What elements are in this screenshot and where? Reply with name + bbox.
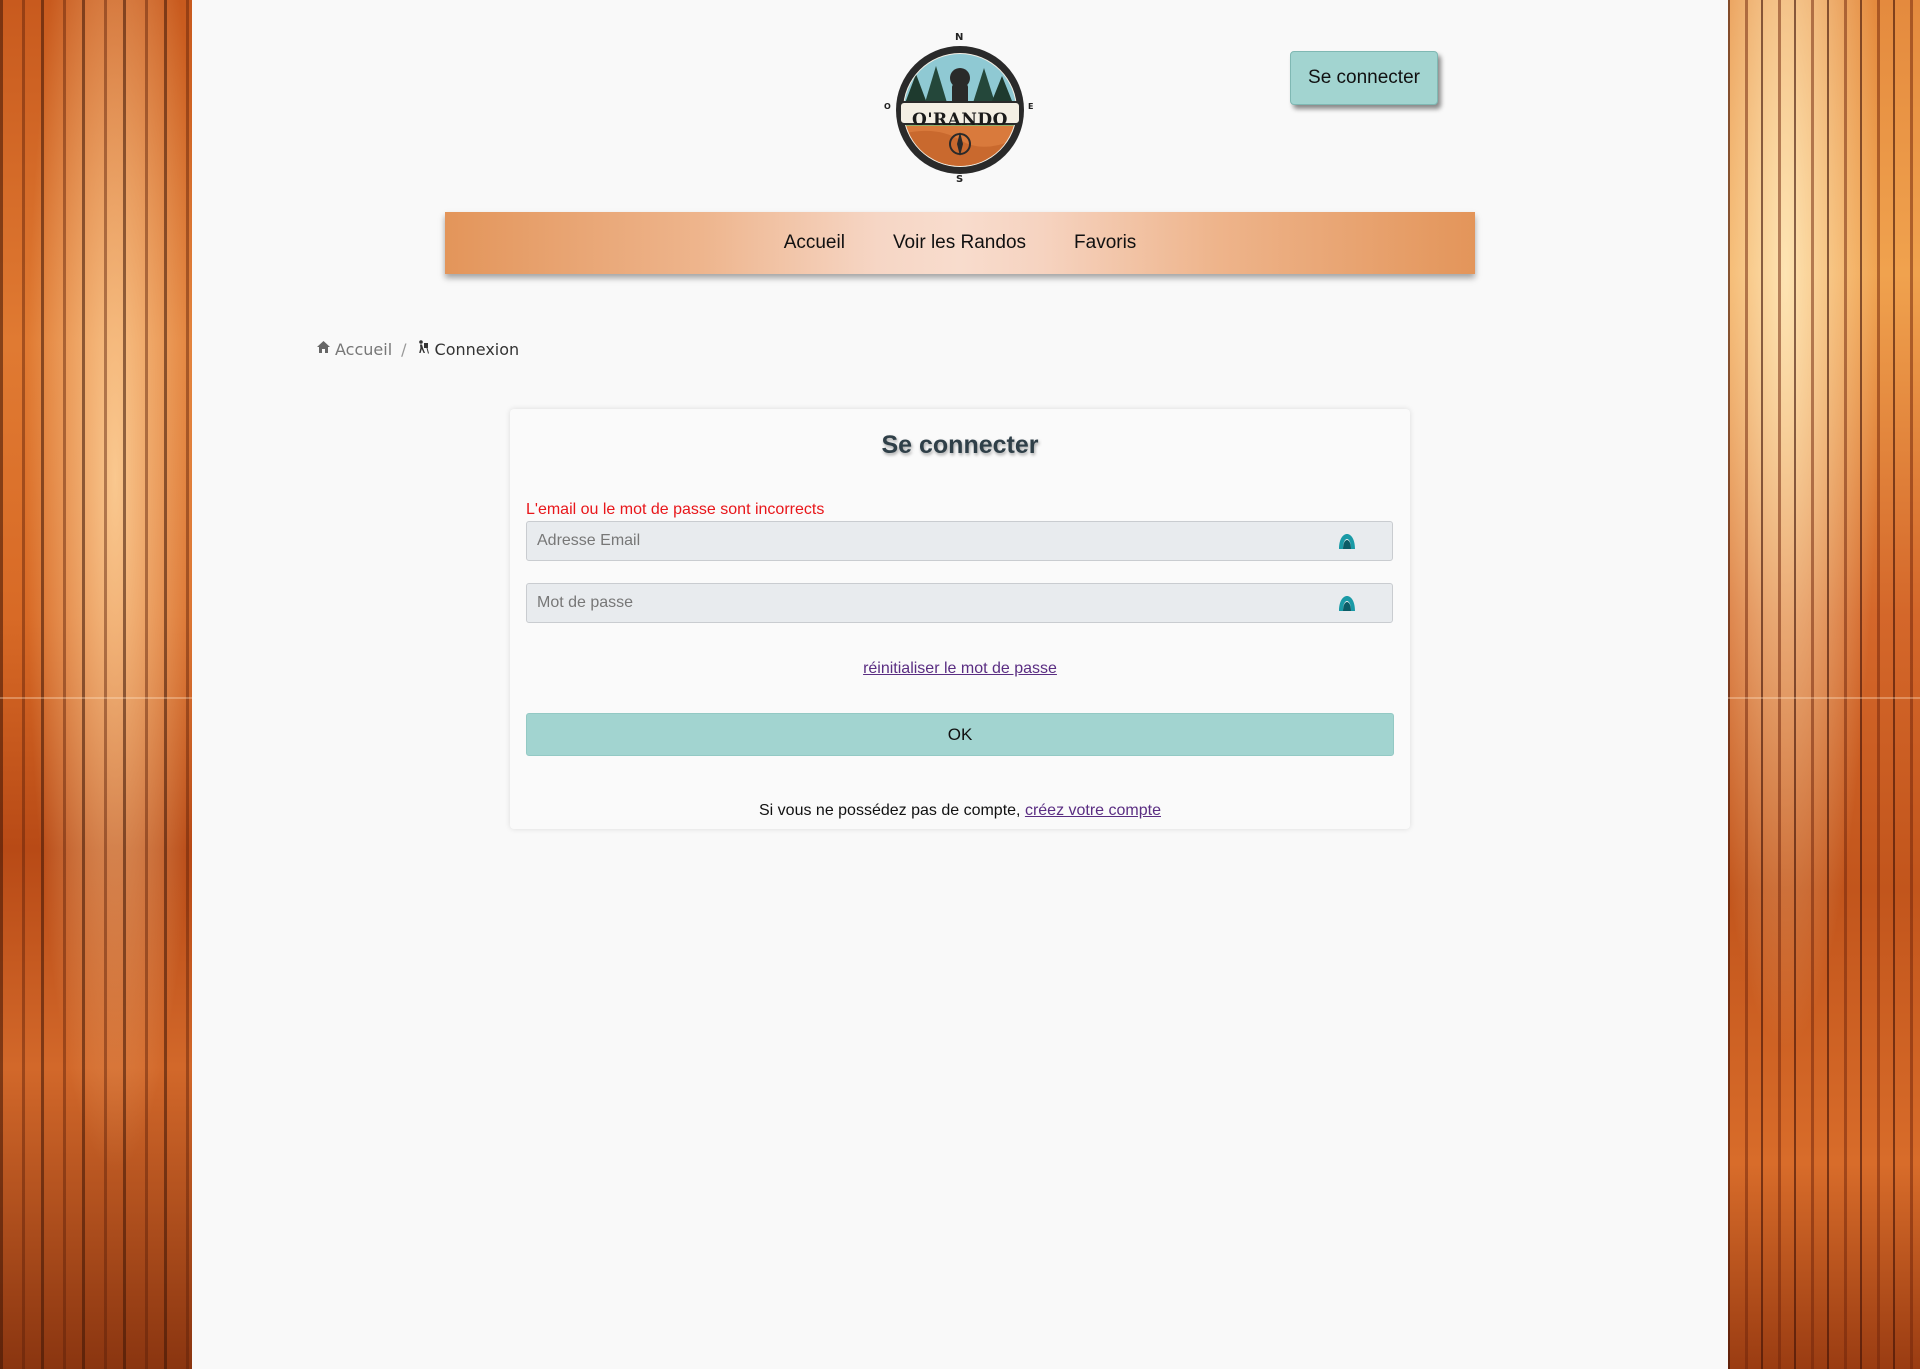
password-field <box>526 583 1393 623</box>
signup-text: Si vous ne possédez pas de compte, <box>759 802 1025 819</box>
page-content: N S O E O'RANDO Se connecter Accueil Voi… <box>192 0 1728 1369</box>
forest-background-right <box>1728 0 1920 1369</box>
password-manager-icon[interactable] <box>1336 530 1358 552</box>
hiker-icon <box>416 340 430 358</box>
password-manager-icon[interactable] <box>1336 592 1358 614</box>
site-logo[interactable]: N S O E O'RANDO <box>882 32 1038 188</box>
main-nav: Accueil Voir les Randos Favoris <box>445 212 1475 274</box>
breadcrumb-separator: / <box>401 339 407 359</box>
email-field <box>526 521 1393 561</box>
nav-item-voir-les-randos[interactable]: Voir les Randos <box>893 232 1026 254</box>
reset-password-link[interactable]: réinitialiser le mot de passe <box>863 660 1057 677</box>
compass-north-label: N <box>955 32 964 43</box>
email-input[interactable] <box>535 531 1336 551</box>
compass-east-label: E <box>1028 102 1034 111</box>
breadcrumb-home-link[interactable]: Accueil <box>335 340 392 359</box>
forest-background-left <box>0 0 192 1369</box>
breadcrumb: Accueil / Connexion <box>317 339 519 359</box>
password-input[interactable] <box>535 593 1336 613</box>
logo-brand-text: O'RANDO <box>912 110 1008 130</box>
create-account-link[interactable]: créez votre compte <box>1025 802 1161 819</box>
login-card: Se connecter L'email ou le mot de passe … <box>510 409 1410 829</box>
nav-item-favoris[interactable]: Favoris <box>1074 232 1136 254</box>
login-error-message: L'email ou le mot de passe sont incorrec… <box>526 501 825 518</box>
submit-button[interactable]: OK <box>526 713 1394 756</box>
signup-row: Si vous ne possédez pas de compte, créez… <box>510 802 1410 820</box>
compass-west-label: O <box>884 102 891 111</box>
login-title: Se connecter <box>881 431 1039 459</box>
reset-password-row: réinitialiser le mot de passe <box>510 660 1410 678</box>
nav-item-accueil[interactable]: Accueil <box>784 232 845 254</box>
home-icon <box>317 341 330 357</box>
breadcrumb-current: Connexion <box>434 339 520 359</box>
header-login-button[interactable]: Se connecter <box>1290 51 1438 105</box>
